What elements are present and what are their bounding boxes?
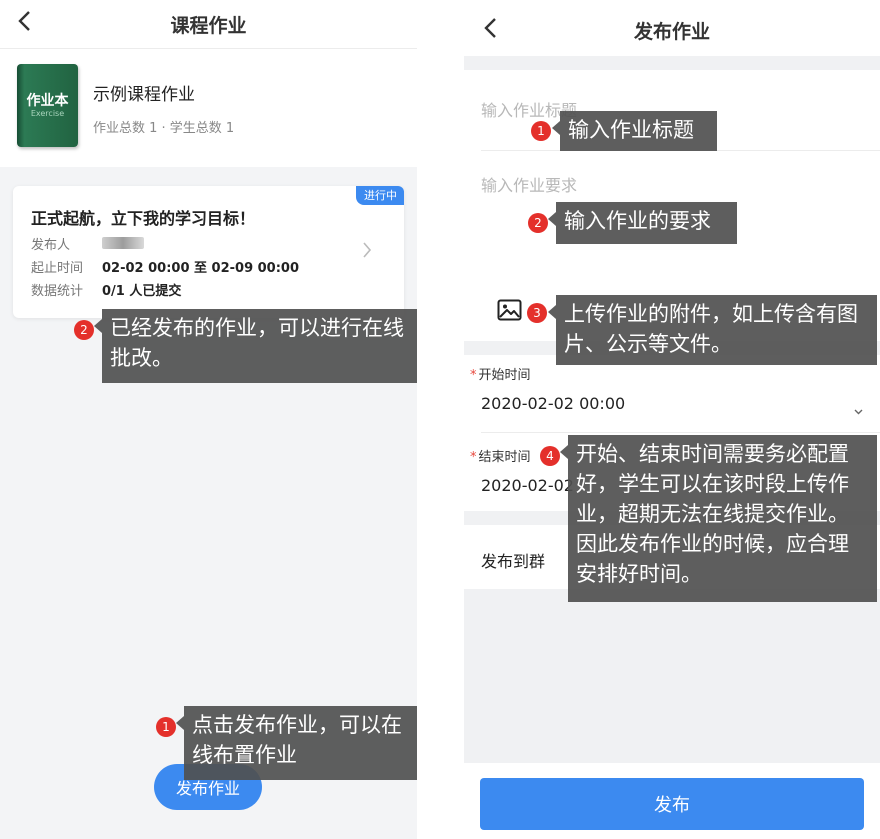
annotation-callout: 开始、结束时间需要务必配置好，学生可以在该时段上传作业，超期无法在线提交作业。因… <box>560 435 877 602</box>
course-header: 作业本 Exercise 示例课程作业 作业总数 1 · 学生总数 1 <box>0 49 417 167</box>
stats-label: 数据统计 <box>31 284 84 299</box>
course-stats: 作业总数 1 · 学生总数 1 <box>93 121 235 136</box>
annotation-marker: 3 <box>527 303 547 323</box>
image-icon[interactable] <box>497 299 522 325</box>
top-nav-bar: 课程作业 <box>0 0 417 49</box>
homework-title: 正式起航，立下我的学习目标！ <box>31 209 256 228</box>
period-value: 02-02 00:00 至 02-09 00:00 <box>102 261 300 276</box>
divider <box>481 432 880 433</box>
chevron-down-icon[interactable] <box>854 400 863 419</box>
publish-button[interactable]: 发布 <box>480 778 864 830</box>
publisher-label: 发布人 <box>31 238 71 253</box>
page-title: 课程作业 <box>170 15 247 37</box>
annotation-callout: 输入作业的要求 <box>548 202 737 244</box>
book-subtitle: Exercise <box>30 109 65 118</box>
annotation-callout: 已经发布的作业，可以进行在线批改。 <box>94 309 417 383</box>
requirement-input[interactable]: 输入作业要求 <box>481 172 577 196</box>
annotation-marker: 1 <box>156 717 176 737</box>
publisher-name-blurred <box>102 237 144 249</box>
annotation-callout: 点击发布作业，可以在线布置作业 <box>176 706 417 780</box>
stats-value: 0/1 人已提交 <box>102 284 182 299</box>
annotation-callout: 输入作业标题 <box>552 111 717 151</box>
section-divider <box>464 56 880 70</box>
annotation-callout: 上传作业的附件，如上传含有图片、公示等文件。 <box>548 295 877 365</box>
annotation-marker: 1 <box>531 121 551 141</box>
end-time-value[interactable]: 2020-02-02 <box>481 476 574 495</box>
homework-card[interactable]: 进行中 正式起航，立下我的学习目标！ 发布人 起止时间 02-02 00:00 … <box>13 186 404 318</box>
chevron-right-icon <box>362 241 372 263</box>
status-badge: 进行中 <box>356 186 404 205</box>
homework-book-logo: 作业本 Exercise <box>17 64 78 147</box>
annotation-marker: 2 <box>528 213 548 233</box>
annotation-marker: 4 <box>540 446 560 466</box>
page-title: 发布作业 <box>633 21 710 43</box>
end-time-label: * 结束时间 <box>470 450 531 465</box>
start-time-label: * 开始时间 <box>470 368 531 383</box>
annotation-marker: 2 <box>74 320 94 340</box>
book-title: 作业本 <box>26 93 69 109</box>
course-name: 示例课程作业 <box>93 85 195 105</box>
period-label: 起止时间 <box>31 261 84 276</box>
blank-area <box>464 589 880 763</box>
publish-to-group-label[interactable]: 发布到群 <box>481 548 545 572</box>
start-time-value[interactable]: 2020-02-02 00:00 <box>481 394 625 413</box>
